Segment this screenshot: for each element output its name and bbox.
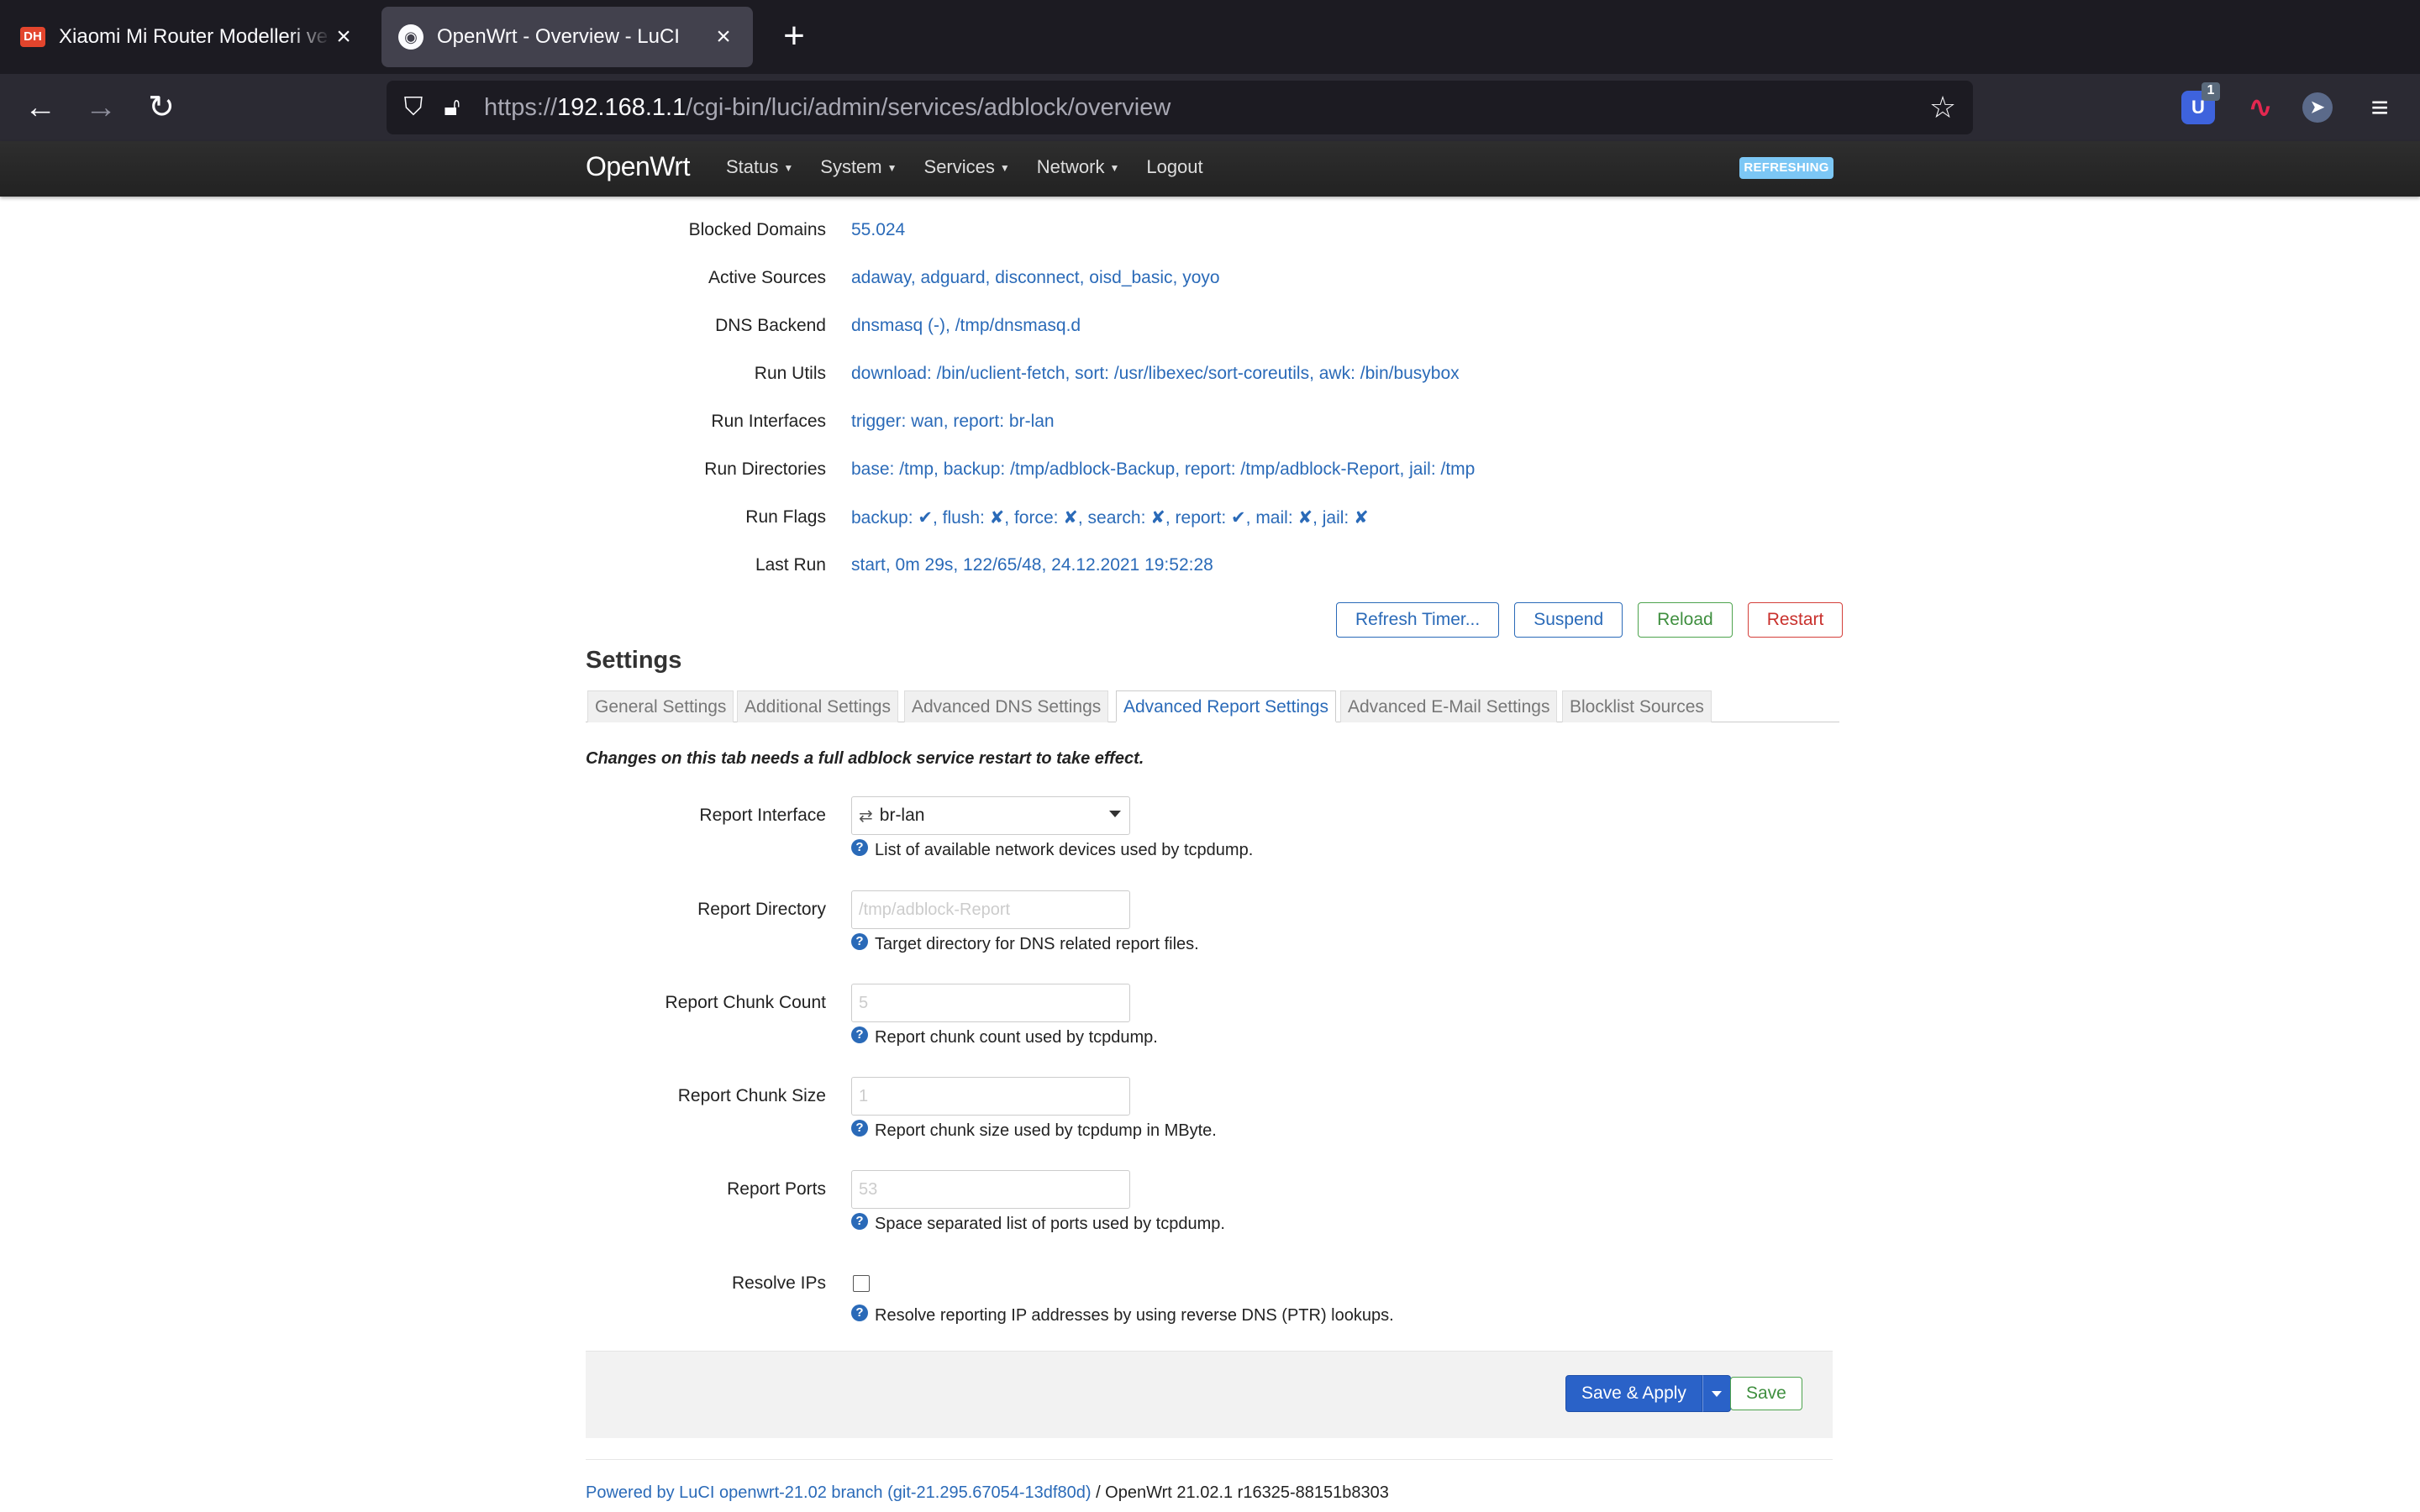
help-icon: ? <box>851 1119 868 1137</box>
address-bar[interactable]: ⛉ 🔓︎ https://192.168.1.1/cgi-bin/luci/ad… <box>387 81 1973 134</box>
tab-additional-settings[interactable]: Additional Settings <box>737 690 898 722</box>
report-directory-label: Report Directory <box>697 900 826 919</box>
help-icon: ? <box>851 1304 868 1321</box>
page-actions-bar: Save & Apply Save <box>586 1351 1833 1438</box>
report-chunk-size-input[interactable] <box>851 1077 1130 1116</box>
main-menu: Status ▼ System ▼ Services ▼ Network ▼ Logou… <box>726 156 1230 178</box>
lock-icon[interactable]: 🔓︎ <box>435 91 469 124</box>
settings-heading: Settings <box>586 647 682 674</box>
report-chunk-count-label: Report Chunk Count <box>665 993 826 1012</box>
menu-system[interactable]: System ▼ <box>820 156 897 178</box>
menu-services[interactable]: Services ▼ <box>924 156 1010 178</box>
refreshing-indicator[interactable]: REFRESHING <box>1739 157 1833 179</box>
tab-title: OpenWrt - Overview - LuCI <box>437 25 680 48</box>
menu-logout[interactable]: Logout <box>1146 156 1202 178</box>
footer: Powered by LuCI openwrt-21.02 branch (gi… <box>586 1483 1389 1502</box>
reload-button[interactable]: Reload <box>1638 602 1733 638</box>
shield-icon[interactable]: ⛉ <box>397 91 430 124</box>
luci-version-link[interactable]: Powered by LuCI openwrt-21.02 branch (gi… <box>586 1483 1092 1502</box>
refresh-timer-button[interactable]: Refresh Timer... <box>1336 602 1500 638</box>
status-row-run-flags: Run Flags backup: ✔, flush: ✘, force: ✘,… <box>745 507 1369 528</box>
resolve-ips-label: Resolve IPs <box>731 1273 826 1293</box>
save-apply-group: Save & Apply <box>1565 1375 1731 1412</box>
save-apply-button[interactable]: Save & Apply <box>1565 1375 1702 1412</box>
save-apply-dropdown-button[interactable] <box>1702 1375 1731 1412</box>
report-directory-help: ? Target directory for DNS related repor… <box>851 932 1199 954</box>
close-tab-icon[interactable]: × <box>711 23 736 51</box>
reload-icon[interactable]: ↻ <box>141 87 182 128</box>
status-row-run-utils: Run Utils download: /bin/uclient-fetch, … <box>754 364 1460 383</box>
tab-general-settings[interactable]: General Settings <box>587 690 734 722</box>
new-tab-button[interactable]: + <box>773 15 815 57</box>
restart-note: Changes on this tab needs a full adblock… <box>586 749 1144 768</box>
report-chunk-count-input[interactable] <box>851 984 1130 1022</box>
report-interface-help: ? List of available network devices used… <box>851 838 1253 860</box>
dropdown-arrow-icon <box>1109 811 1121 817</box>
network-device-icon: ⇄ <box>859 806 873 826</box>
caret-down-icon: ▼ <box>1109 162 1120 175</box>
url-text[interactable]: https://192.168.1.1/cgi-bin/luci/admin/s… <box>484 94 1171 122</box>
caret-down-icon <box>1711 1390 1722 1397</box>
hamburger-menu-icon[interactable]: ≡ <box>2361 91 2398 124</box>
restart-button[interactable]: Restart <box>1747 602 1844 638</box>
report-chunk-size-help: ? Report chunk size used by tcpdump in M… <box>851 1119 1217 1141</box>
tab-advanced-email-settings[interactable]: Advanced E-Mail Settings <box>1340 690 1558 722</box>
help-icon: ? <box>851 838 868 856</box>
report-chunk-size-label: Report Chunk Size <box>677 1086 826 1105</box>
brand-logo[interactable]: OpenWrt <box>586 151 690 182</box>
report-ports-input[interactable] <box>851 1170 1130 1209</box>
report-ports-help: ? Space separated list of ports used by … <box>851 1212 1225 1234</box>
openwrt-header: OpenWrt Status ▼ System ▼ Services ▼ Networ… <box>0 141 2420 197</box>
report-directory-input[interactable] <box>851 890 1130 929</box>
ublock-extension-icon[interactable]: U1 <box>2181 82 2220 124</box>
tab-advanced-dns-settings[interactable]: Advanced DNS Settings <box>904 690 1109 722</box>
browser-tab-openwrt[interactable]: ◉ OpenWrt - Overview - LuCI × <box>381 7 753 67</box>
back-arrow-icon[interactable]: ← <box>20 87 60 128</box>
suspend-button[interactable]: Suspend <box>1514 602 1623 638</box>
caret-down-icon: ▼ <box>886 162 897 175</box>
report-interface-label: Report Interface <box>699 806 826 825</box>
report-interface-select[interactable]: ⇄ br-lan <box>851 796 1130 835</box>
dh-favicon-icon: DH <box>20 24 45 50</box>
status-row-last-run: Last Run start, 0m 29s, 122/65/48, 24.12… <box>755 555 1213 575</box>
tab-advanced-report-settings[interactable]: Advanced Report Settings <box>1116 690 1336 722</box>
browser-tab-bar: DH Xiaomi Mi Router Modelleri ve OpenWrt… <box>0 0 2420 74</box>
settings-tabs: General Settings Additional Settings Adv… <box>586 690 1839 722</box>
resolve-ips-checkbox[interactable] <box>853 1275 870 1292</box>
footer-divider <box>586 1459 1833 1460</box>
report-ports-label: Report Ports <box>727 1179 826 1199</box>
forward-arrow-icon[interactable]: → <box>81 87 121 128</box>
help-icon: ? <box>851 1026 868 1043</box>
status-row-dns-backend: DNS Backend dnsmasq (-), /tmp/dnsmasq.d <box>715 316 1081 335</box>
save-button[interactable]: Save <box>1730 1377 1802 1410</box>
tab-title: Xiaomi Mi Router Modelleri ve OpenWrt <box>59 25 331 48</box>
browser-tab-xiaomi[interactable]: DH Xiaomi Mi Router Modelleri ve OpenWrt… <box>10 7 366 67</box>
status-row-run-interfaces: Run Interfaces trigger: wan, report: br-… <box>711 412 1055 431</box>
resolve-ips-help: ? Resolve reporting IP addresses by usin… <box>851 1304 1394 1326</box>
help-icon: ? <box>851 1212 868 1230</box>
report-chunk-count-help: ? Report chunk count used by tcpdump. <box>851 1026 1158 1047</box>
openwrt-favicon-icon: ◉ <box>398 24 424 50</box>
menu-status[interactable]: Status ▼ <box>726 156 793 178</box>
cursor-extension-icon[interactable]: ➤ <box>2302 92 2333 123</box>
tab-blocklist-sources[interactable]: Blocklist Sources <box>1562 690 1712 722</box>
status-row-active-sources: Active Sources adaway, adguard, disconne… <box>708 268 1220 287</box>
status-row-blocked-domains: Blocked Domains 55.024 <box>688 220 906 239</box>
close-tab-icon[interactable]: × <box>331 23 356 51</box>
menu-network[interactable]: Network ▼ <box>1037 156 1120 178</box>
extension-icon[interactable]: ∿ <box>2244 91 2277 124</box>
caret-down-icon: ▼ <box>783 162 794 175</box>
browser-nav-bar: ← → ↻ ⛉ 🔓︎ https://192.168.1.1/cgi-bin/l… <box>0 74 2420 141</box>
bookmark-star-icon[interactable]: ☆ <box>1924 89 1961 126</box>
help-icon: ? <box>851 932 868 950</box>
caret-down-icon: ▼ <box>999 162 1010 175</box>
status-row-run-directories: Run Directories base: /tmp, backup: /tmp… <box>704 459 1476 479</box>
service-action-buttons: Refresh Timer... Suspend Reload Restart <box>1336 602 1844 638</box>
